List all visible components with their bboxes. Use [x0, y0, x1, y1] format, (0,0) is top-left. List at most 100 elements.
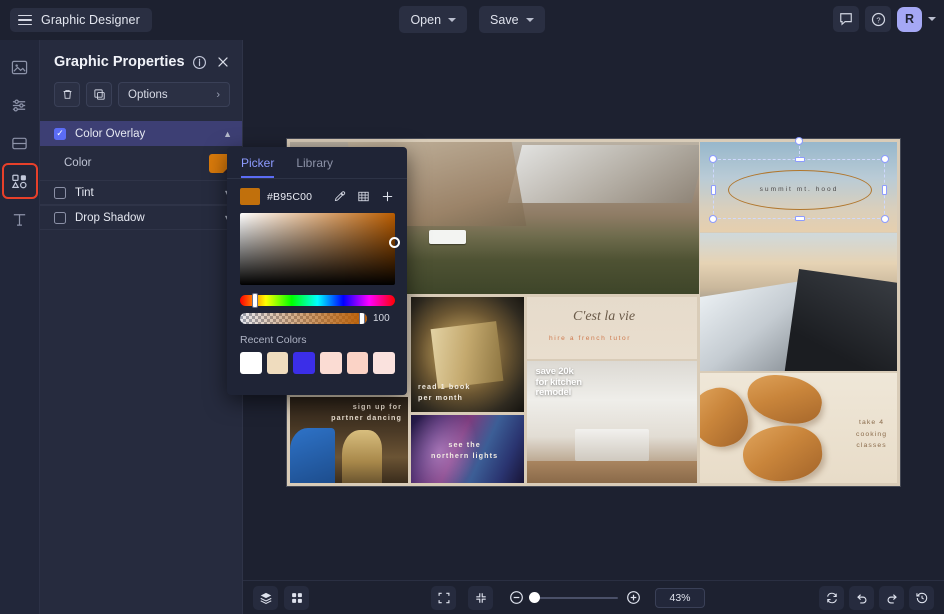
- grid-view-icon[interactable]: [284, 586, 309, 610]
- sidebar-item-adjustments[interactable]: [5, 90, 35, 120]
- hue-slider[interactable]: [240, 295, 395, 306]
- aurora-photo[interactable]: see the northern lights: [411, 415, 524, 483]
- fit-screen-icon[interactable]: [431, 586, 456, 610]
- app-menu-button[interactable]: Graphic Designer: [10, 8, 152, 32]
- section-tint[interactable]: Tint ▼: [40, 180, 242, 205]
- properties-sections: Color Overlay ▲ Color Tint ▼ Drop Shadow…: [40, 121, 242, 230]
- cell-caption: hire a french tutor: [549, 335, 631, 342]
- kitchen-remodel-photo[interactable]: save 20k for kitchen remodel: [527, 361, 697, 483]
- hamburger-icon[interactable]: [18, 15, 32, 26]
- layers-icon[interactable]: [253, 586, 278, 610]
- zoom-slider-knob[interactable]: [529, 592, 540, 603]
- section-drop-shadow[interactable]: Drop Shadow ▼: [40, 205, 242, 230]
- recent-color-swatch[interactable]: [267, 352, 289, 374]
- resize-handle-w[interactable]: [711, 185, 716, 195]
- sidebar-item-layout[interactable]: [5, 128, 35, 158]
- info-icon[interactable]: [192, 55, 207, 70]
- trash-icon[interactable]: [54, 82, 80, 107]
- rotate-handle[interactable]: [795, 137, 803, 145]
- resize-handle-se[interactable]: [881, 215, 889, 223]
- tab-picker[interactable]: Picker: [241, 156, 274, 178]
- partner-dancing-photo[interactable]: sign up for partner dancing: [290, 397, 408, 483]
- plus-circle-icon[interactable]: [626, 590, 641, 605]
- resize-handle-sw[interactable]: [709, 215, 717, 223]
- resize-handle-ne[interactable]: [881, 155, 889, 163]
- options-label: Options: [128, 89, 216, 101]
- properties-header: Graphic Properties: [40, 40, 242, 70]
- alpha-slider[interactable]: [240, 313, 367, 324]
- cell-caption: see the northern lights: [431, 439, 498, 461]
- alpha-value[interactable]: 100: [373, 313, 395, 324]
- sv-knob[interactable]: [389, 237, 400, 248]
- duplicate-icon[interactable]: [86, 82, 112, 107]
- eyedropper-icon[interactable]: [331, 189, 348, 205]
- help-circle-icon[interactable]: ?: [865, 6, 891, 32]
- recent-color-swatch[interactable]: [293, 352, 315, 374]
- comment-icon[interactable]: [833, 6, 859, 32]
- minus-circle-icon[interactable]: [509, 590, 524, 605]
- snowy-peak-photo[interactable]: [700, 233, 897, 371]
- picker-tabs: Picker Library: [227, 147, 407, 179]
- ellipse-text[interactable]: summit mt. hood: [714, 186, 884, 193]
- undo-icon[interactable]: [849, 586, 874, 610]
- recent-color-swatch[interactable]: [320, 352, 342, 374]
- saturation-value-field[interactable]: [240, 213, 395, 285]
- zoom-slider[interactable]: [532, 597, 618, 599]
- avatar[interactable]: R: [897, 7, 922, 32]
- svg-text:?: ?: [876, 15, 880, 24]
- collapse-icon[interactable]: [468, 586, 493, 610]
- cell-caption: take 4 cooking classes: [856, 417, 887, 452]
- options-button[interactable]: Options ›: [118, 82, 230, 107]
- recent-colors-row: [227, 346, 407, 374]
- color-picker-popover[interactable]: Picker Library #B95C00 10: [227, 147, 407, 395]
- croissant-shape: [743, 373, 826, 430]
- chevron-down-icon: [526, 18, 534, 22]
- hue-knob[interactable]: [252, 293, 258, 308]
- current-color-chip[interactable]: [240, 188, 260, 205]
- french-tutor-card[interactable]: C'est la vie hire a french tutor: [527, 297, 697, 359]
- section-color-overlay[interactable]: Color Overlay ▲: [40, 121, 242, 146]
- cell-caption: read 1 book per month: [418, 381, 470, 403]
- hex-value[interactable]: #B95C00: [267, 191, 324, 203]
- selection-bounding-box[interactable]: summit mt. hood: [713, 159, 885, 219]
- color-overlay-checkbox[interactable]: [54, 128, 66, 140]
- redo-icon[interactable]: [879, 586, 904, 610]
- chevron-up-icon[interactable]: ▲: [223, 129, 232, 139]
- section-label: Tint: [75, 187, 223, 199]
- account-chevron-down-icon[interactable]: [928, 17, 936, 21]
- app-root: Graphic Designer Open Save ? R: [0, 0, 944, 614]
- tint-checkbox[interactable]: [54, 187, 66, 199]
- color-label: Color: [64, 157, 209, 169]
- open-button[interactable]: Open: [399, 6, 467, 33]
- sidebar-item-shapes[interactable]: [5, 166, 35, 196]
- tab-library[interactable]: Library: [296, 156, 333, 178]
- top-right-actions: ? R: [833, 6, 936, 32]
- refresh-icon[interactable]: [819, 586, 844, 610]
- bottom-toolbar: 43%: [243, 580, 944, 614]
- croissants-photo[interactable]: take 4 cooking classes: [700, 373, 897, 483]
- drop-shadow-checkbox[interactable]: [54, 212, 66, 224]
- properties-toolbar: Options ›: [40, 70, 242, 107]
- plus-icon[interactable]: [379, 189, 396, 205]
- alpha-slider-row: 100: [240, 313, 395, 324]
- section-label: Color Overlay: [75, 128, 223, 140]
- top-bar: Graphic Designer Open Save ? R: [0, 0, 944, 40]
- sidebar-item-image[interactable]: [5, 52, 35, 82]
- grid-icon[interactable]: [355, 189, 372, 205]
- resize-handle-e[interactable]: [882, 185, 887, 195]
- open-book-photo[interactable]: read 1 book per month: [411, 297, 524, 412]
- close-icon[interactable]: [216, 55, 230, 69]
- recent-color-swatch[interactable]: [347, 352, 369, 374]
- recent-color-swatch[interactable]: [373, 352, 395, 374]
- history-icon[interactable]: [909, 586, 934, 610]
- zoom-level-value[interactable]: 43%: [655, 588, 705, 608]
- resize-handle-n[interactable]: [795, 157, 805, 162]
- resize-handle-s[interactable]: [795, 216, 805, 221]
- history-controls: [819, 586, 934, 610]
- alpha-knob[interactable]: [359, 313, 365, 324]
- sidebar-item-text[interactable]: [5, 204, 35, 234]
- recent-color-swatch[interactable]: [240, 352, 262, 374]
- save-button[interactable]: Save: [479, 6, 545, 33]
- croissant-shape: [741, 422, 825, 483]
- resize-handle-nw[interactable]: [709, 155, 717, 163]
